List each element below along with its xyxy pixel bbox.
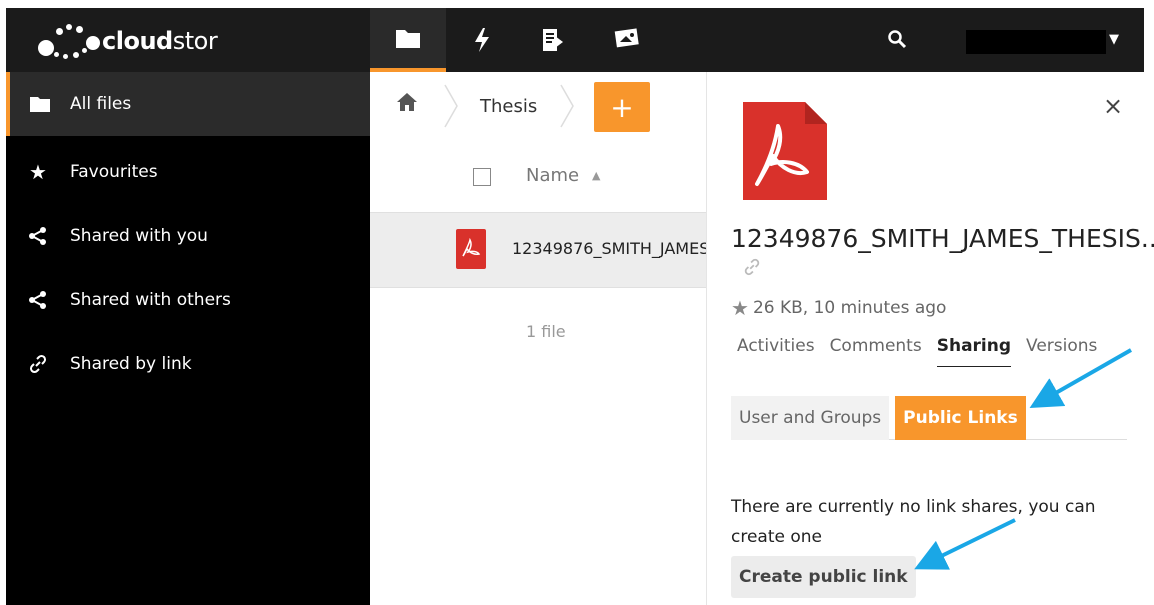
lightning-icon [475, 28, 489, 52]
notes-icon [543, 29, 563, 51]
close-icon[interactable]: × [1103, 92, 1123, 120]
pdf-icon [743, 102, 827, 200]
pdf-icon [456, 229, 486, 269]
sort-ascending-icon: ▲ [592, 169, 601, 182]
share-icon [6, 290, 70, 310]
top-bar: cloudstor ▼ [6, 8, 1144, 72]
sidebar-item-label: Shared with others [70, 290, 231, 310]
search-icon [888, 30, 907, 49]
share-icon [6, 226, 70, 246]
sidebar-item-shared-with-you[interactable]: Shared with you [6, 204, 370, 268]
file-meta: ★ 26 KB, 10 minutes ago [731, 296, 946, 320]
tab-sharing[interactable]: Sharing [936, 336, 1012, 367]
star-icon[interactable]: ★ [731, 296, 749, 320]
detail-tabs: Activities Comments Sharing Versions [737, 336, 1112, 367]
detail-filename: 12349876_SMITH_JAMES_THESIS.. [731, 224, 1154, 253]
page: cloudstor ▼ All files ★ Favourites Share… [0, 0, 1154, 605]
breadcrumb-separator [444, 84, 458, 128]
tab-comments[interactable]: Comments [830, 336, 922, 367]
folder-icon [10, 95, 70, 113]
sidebar-item-label: Shared with you [70, 226, 208, 246]
sidebar-item-label: All files [70, 94, 132, 114]
file-list: Thesis + Name ▲ 12349876_SMITH_JAMES_THE… [370, 72, 706, 605]
column-header-name[interactable]: Name [526, 165, 579, 186]
app-files-button[interactable] [370, 8, 446, 72]
details-panel: × 12349876_SMITH_JAMES_THESIS.. ★ 26 KB,… [706, 72, 1154, 605]
app-gallery-button[interactable] [588, 8, 664, 72]
file-count: 1 file [526, 322, 566, 341]
tab-activities[interactable]: Activities [737, 336, 815, 367]
caret-down-icon[interactable]: ▼ [1109, 32, 1119, 47]
create-public-link-button[interactable]: Create public link [731, 556, 916, 598]
logo[interactable]: cloudstor [36, 22, 218, 60]
search-button[interactable] [882, 24, 912, 54]
tab-versions[interactable]: Versions [1026, 336, 1097, 367]
sidebar-item-favourites[interactable]: ★ Favourites [6, 140, 370, 204]
app-activity-button[interactable] [444, 8, 520, 72]
sidebar-item-label: Favourites [70, 162, 158, 182]
subtab-user-and-groups[interactable]: User and Groups [731, 396, 890, 440]
add-button[interactable]: + [594, 82, 650, 132]
subtab-public-links[interactable]: Public Links [895, 396, 1026, 440]
breadcrumb-separator [560, 84, 574, 128]
gallery-icon [614, 28, 639, 48]
logo-text-light: stor [172, 27, 218, 55]
user-menu[interactable] [966, 30, 1106, 54]
no-shares-message: There are currently no link shares, you … [731, 497, 1096, 547]
sidebar-item-label: Shared by link [70, 354, 192, 374]
file-meta-text: 26 KB, 10 minutes ago [752, 298, 947, 318]
app-notes-button[interactable] [516, 8, 592, 72]
link-icon[interactable] [743, 258, 761, 281]
sidebar-item-all-files[interactable]: All files [6, 72, 370, 136]
folder-icon [396, 30, 420, 48]
logo-text: cloudstor [102, 27, 218, 55]
home-icon[interactable] [396, 92, 418, 117]
link-icon [6, 354, 70, 374]
cloud-dots-icon [36, 22, 104, 60]
sidebar-item-shared-with-others[interactable]: Shared with others [6, 268, 370, 332]
breadcrumb-folder[interactable]: Thesis [480, 96, 537, 117]
select-all-checkbox[interactable] [473, 168, 491, 186]
sharing-subtabs: User and Groups Public Links [731, 396, 1127, 440]
logo-text-bold: cloud [102, 27, 173, 55]
star-icon: ★ [29, 160, 47, 184]
file-name[interactable]: 12349876_SMITH_JAMES_THESIS.pdf [512, 239, 706, 258]
sidebar-item-shared-by-link[interactable]: Shared by link [6, 332, 370, 396]
table-row[interactable]: 12349876_SMITH_JAMES_THESIS.pdf [370, 212, 706, 288]
sidebar: All files ★ Favourites Shared with you S… [6, 72, 370, 605]
